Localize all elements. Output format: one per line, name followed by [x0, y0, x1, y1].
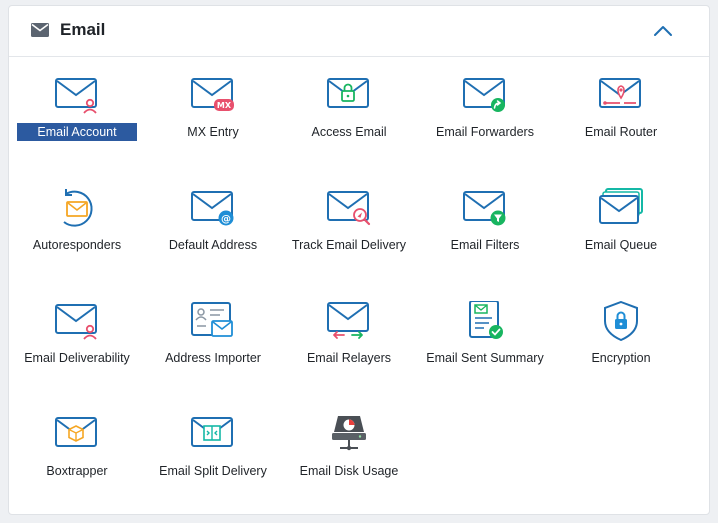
tool-label: Email Relayers — [306, 351, 392, 365]
tool-email-router[interactable]: Email Router — [553, 57, 689, 157]
tool-email-split-delivery[interactable]: Email Split Delivery — [145, 396, 281, 496]
tool-label: Email Sent Summary — [426, 351, 544, 365]
tool-encryption[interactable]: Encryption — [553, 283, 689, 383]
tool-email-filters[interactable]: Email Filters — [417, 170, 553, 270]
tool-label: Email Queue — [584, 238, 658, 252]
envelope-icon — [31, 23, 49, 37]
tool-autoresponders[interactable]: Autoresponders — [9, 170, 145, 270]
access-email-icon — [327, 78, 369, 108]
tool-email-forwarders[interactable]: Email Forwarders — [417, 57, 553, 157]
tool-email-sent-summary[interactable]: Email Sent Summary — [417, 283, 553, 383]
email-deliverability-icon — [55, 304, 97, 340]
tool-label: Boxtrapper — [46, 464, 108, 478]
tool-email-account[interactable]: Email Account — [9, 57, 145, 157]
tool-label: Access Email — [311, 125, 387, 139]
tool-label: Email Disk Usage — [299, 464, 399, 478]
tool-email-queue[interactable]: Email Queue — [553, 170, 689, 270]
svg-text:@: @ — [221, 214, 231, 225]
address-importer-icon — [191, 302, 233, 337]
tool-label: Encryption — [591, 351, 651, 365]
email-filters-icon — [463, 191, 506, 226]
tool-track-email-delivery[interactable]: Track Email Delivery — [281, 170, 417, 270]
email-router-icon — [599, 78, 641, 108]
tool-label: MX Entry — [187, 125, 239, 139]
tool-email-disk-usage[interactable]: Email Disk Usage — [281, 396, 417, 496]
boxtrapper-icon — [55, 417, 97, 447]
tool-label: Email Forwarders — [436, 125, 534, 139]
tool-label: Track Email Delivery — [291, 238, 407, 252]
email-disk-usage-icon — [332, 416, 366, 451]
tool-access-email[interactable]: Access Email — [281, 57, 417, 157]
tool-email-relayers[interactable]: Email Relayers — [281, 283, 417, 383]
track-email-delivery-icon — [327, 191, 371, 226]
mx-entry-icon: MX — [191, 78, 234, 111]
email-sent-summary-icon — [469, 301, 503, 339]
tool-address-importer[interactable]: Address Importer — [145, 283, 281, 383]
svg-text:MX: MX — [217, 101, 232, 110]
email-section-panel: Email Email Account MX MX Entry Access E… — [8, 5, 710, 515]
email-forwarders-icon — [463, 78, 505, 112]
encryption-icon — [604, 301, 638, 341]
tool-label: Address Importer — [165, 351, 261, 365]
autoresponders-icon — [63, 189, 93, 227]
section-title: Email — [60, 20, 106, 39]
default-address-icon: @ — [191, 191, 234, 226]
tool-default-address[interactable]: @ Default Address — [145, 170, 281, 270]
email-account-icon — [55, 78, 97, 114]
tool-email-deliverability[interactable]: Email Deliverability — [9, 283, 145, 383]
email-relayers-icon — [327, 302, 369, 339]
tool-label: Email Router — [584, 125, 658, 139]
chevron-up-icon[interactable] — [653, 23, 673, 39]
tool-label: Default Address — [168, 238, 258, 252]
section-header[interactable]: Email — [9, 6, 709, 57]
tool-boxtrapper[interactable]: Boxtrapper — [9, 396, 145, 496]
tool-label: Autoresponders — [32, 238, 122, 252]
email-queue-icon — [599, 188, 643, 224]
tool-label: Email Split Delivery — [159, 464, 267, 478]
email-split-delivery-icon — [191, 417, 233, 447]
email-tools-grid: Email Account MX MX Entry Access Email E… — [9, 57, 709, 515]
tool-label: Email Account — [17, 123, 137, 141]
tool-label: Email Filters — [450, 238, 520, 252]
tool-mx-entry[interactable]: MX MX Entry — [145, 57, 281, 157]
tool-label: Email Deliverability — [24, 351, 130, 365]
